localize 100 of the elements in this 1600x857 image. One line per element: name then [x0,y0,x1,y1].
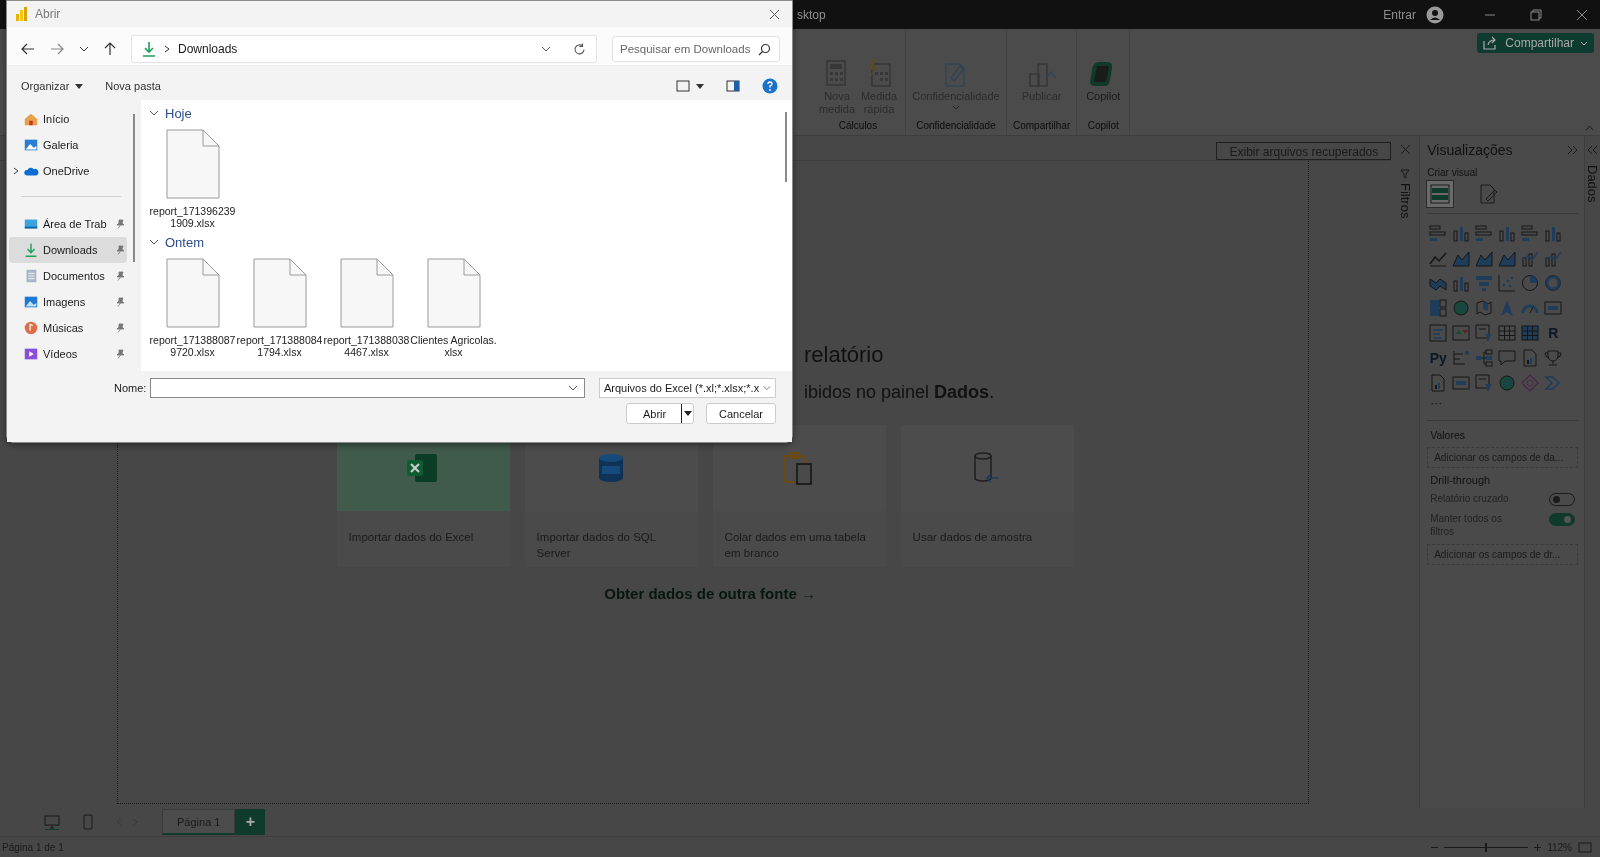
back-icon[interactable] [21,43,35,55]
table-icon [1429,183,1452,205]
visual-type-icon[interactable] [1497,323,1518,343]
navigation-item[interactable]: Músicas [9,315,127,341]
navigation-item[interactable]: Documentos [9,263,127,289]
cancel-button[interactable]: Cancelar [706,403,776,424]
collapse-icon[interactable] [1567,145,1578,155]
help-icon[interactable] [762,78,778,94]
visual-type-icon[interactable] [1428,223,1449,243]
visual-type-icon[interactable] [1451,348,1472,368]
navigation-item[interactable]: Galeria [9,132,127,158]
file-type-dropdown[interactable]: Arquivos do Excel (*.xl;*.xlsx;*.x [598,378,776,398]
visual-type-icon[interactable] [1520,373,1541,393]
pin-icon [116,297,125,307]
up-icon[interactable] [104,42,116,56]
visual-type-icon[interactable] [1474,323,1495,343]
collapse-ribbon-icon[interactable] [1585,125,1594,131]
visual-type-icon[interactable] [1497,373,1518,393]
build-visual-tab[interactable] [1427,181,1454,207]
navigation-item[interactable]: Área de Trab [9,211,127,237]
file-name[interactable]: report_1713880841794.xlsx [236,334,323,358]
visual-type-icon[interactable] [1497,273,1518,293]
expand-icon[interactable] [13,167,19,175]
caret-icon[interactable] [683,411,692,416]
file-icon[interactable] [165,258,220,328]
file-name[interactable]: report_1713880879720.xlsx [149,334,236,358]
visual-type-icon[interactable] [1474,348,1495,368]
preview-pane-icon[interactable] [726,80,740,92]
navigation-item[interactable]: Downloads [9,237,127,263]
field-label: Nome: [114,382,147,394]
chevron-icon [149,239,159,246]
navigation-item[interactable]: Imagens [9,289,127,315]
brush-page-icon [1477,183,1500,205]
search-field[interactable]: Pesquisar em Downloads [612,36,780,62]
group-header[interactable]: Ontem [149,235,204,250]
add-page-button[interactable]: + [235,809,266,835]
music-icon [23,320,39,336]
visual-type-icon[interactable] [1497,348,1518,368]
search-icon[interactable] [758,43,771,56]
image-icon [23,294,39,310]
navigation-item[interactable]: Início [9,106,127,132]
navigation-item[interactable]: Vídeos [9,341,127,367]
group-label: Copilot [1087,120,1119,131]
dialog-title: Abrir [35,7,61,21]
navigation-item[interactable]: OneDrive [9,158,127,184]
visual-type-icon[interactable] [1474,223,1495,243]
organize-menu[interactable]: Organizar [21,80,84,92]
file-icon[interactable] [339,258,394,328]
chevron-icon [149,110,159,117]
avatar-icon[interactable] [1426,5,1444,24]
caret-icon [75,83,84,89]
file-icon[interactable] [252,258,307,328]
recent-locations-icon[interactable] [79,46,89,52]
file-name[interactable]: report_1713962391909.xlsx [149,205,236,229]
share-button[interactable]: Compartilhar [1477,33,1594,53]
zoom-in-icon[interactable] [1534,843,1542,851]
toggle-switch[interactable] [1549,513,1575,526]
file-name[interactable]: report_1713880384467.xlsx [323,334,410,358]
mobile-layout-icon[interactable] [82,814,94,830]
file-icon[interactable] [426,258,481,328]
file-icon[interactable] [165,129,220,199]
visual-type-icon[interactable] [1474,298,1495,318]
restore-icon[interactable] [1530,8,1542,21]
forward-icon[interactable] [50,43,64,55]
visual-type-icon[interactable] [1451,373,1472,393]
visual-type-icon[interactable] [1474,273,1495,293]
pin-icon [116,219,125,229]
chevron-icon[interactable] [164,45,170,53]
new-folder-button[interactable]: Nova pasta [105,80,161,92]
view-icon[interactable] [676,80,690,92]
refresh-icon[interactable] [573,42,586,56]
visual-type-icon[interactable] [1474,373,1495,393]
visual-type-icon[interactable] [1543,273,1564,293]
caret-icon[interactable] [541,46,551,52]
visual-type-icon[interactable] [1543,348,1564,368]
visual-type-icon[interactable] [1543,298,1564,318]
visual-type-icon[interactable] [1451,323,1472,343]
address-bar[interactable]: Downloads [131,35,597,63]
gallery-icon [23,137,39,153]
file-name[interactable]: Clientes Agricolas.xlsx [410,334,497,358]
desktop-layout-icon[interactable] [44,814,60,830]
visual-type-icon[interactable] [1428,298,1449,318]
close-icon[interactable] [1576,8,1588,21]
visual-type-icon[interactable] [1520,273,1541,293]
pin-icon [116,323,125,333]
visual-type-icon[interactable] [1520,223,1541,243]
group-header[interactable]: Hoje [149,106,192,121]
visual-type-icon[interactable] [1520,323,1541,343]
file-name-field[interactable] [150,378,585,398]
visual-type-icon[interactable] [1428,323,1449,343]
visual-type-icon[interactable] [1451,298,1472,318]
fit-page-icon[interactable] [1578,841,1592,853]
home-icon [23,111,39,127]
caret-icon[interactable] [696,83,704,89]
close-icon[interactable] [769,8,780,20]
caret-icon[interactable] [567,385,578,391]
pin-icon [116,349,125,359]
filter-icon [1400,169,1411,179]
open-button[interactable]: Abrir [626,403,694,424]
sign-in-button[interactable]: Entrar [1383,7,1416,22]
